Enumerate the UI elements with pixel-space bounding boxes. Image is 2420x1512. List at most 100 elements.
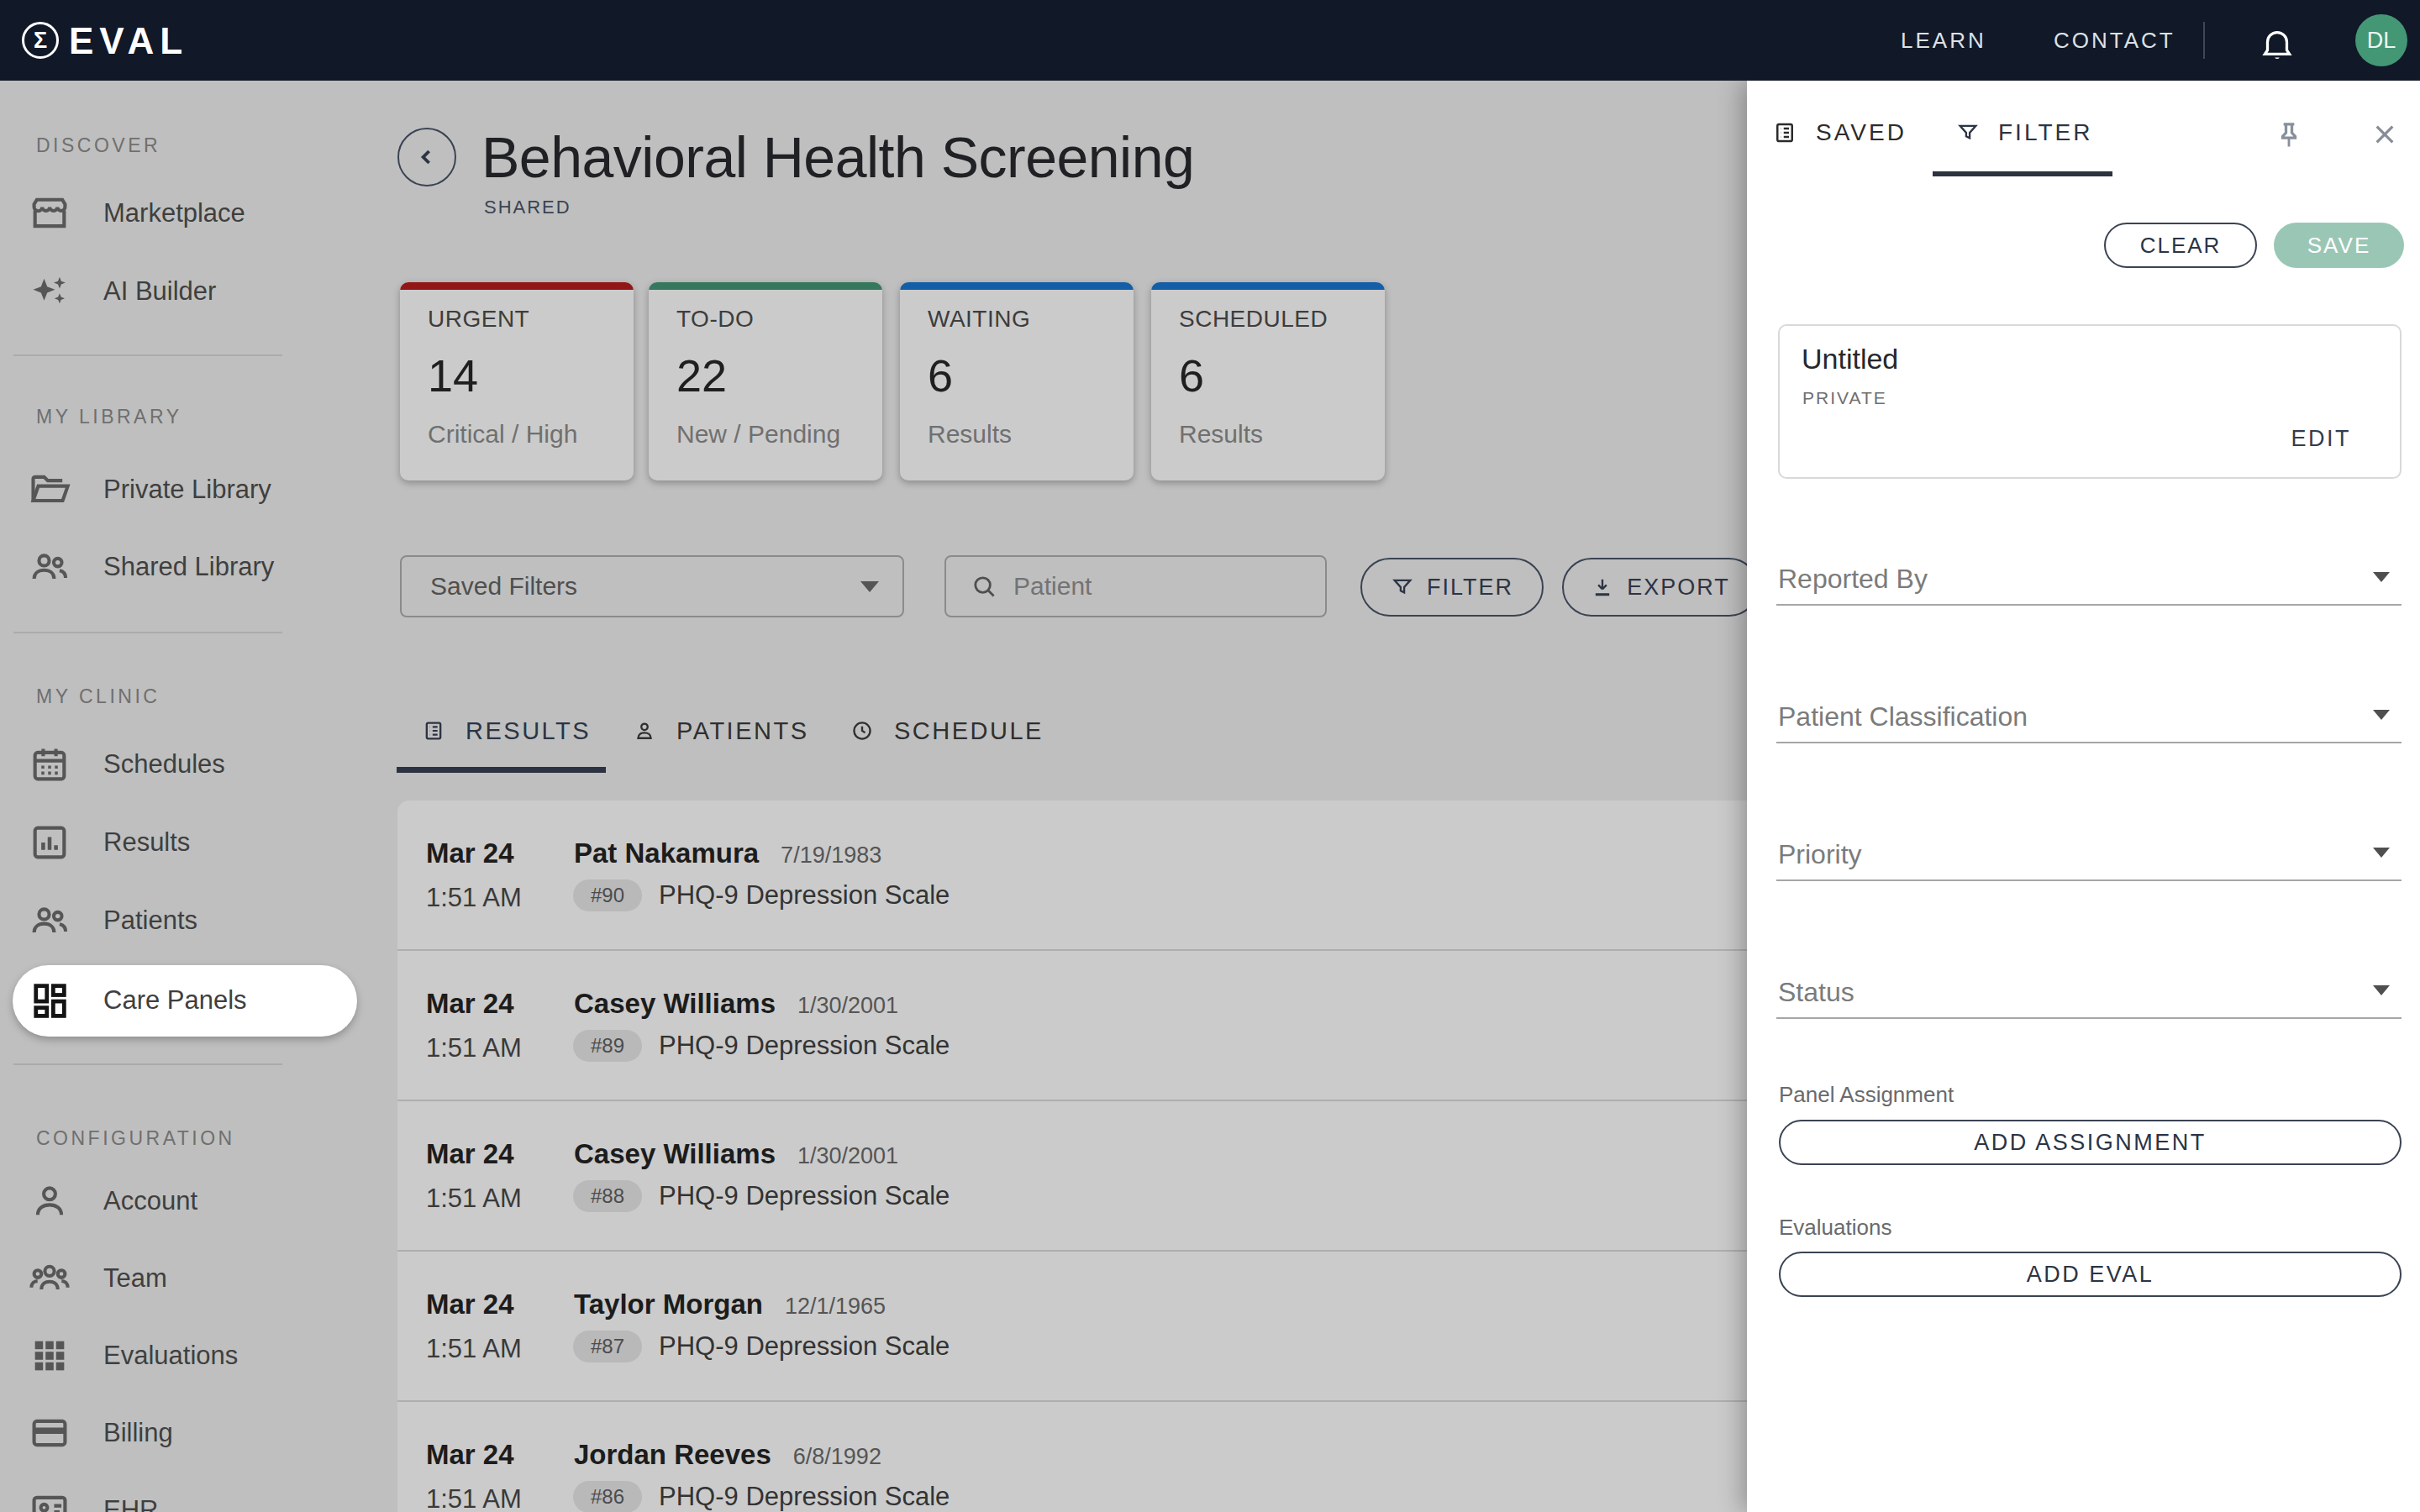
stat-band-scheduled xyxy=(1151,282,1385,290)
sidebar-item-results[interactable]: Results xyxy=(0,804,372,881)
patient-name: Casey Williams xyxy=(574,988,776,1020)
nav-learn-link[interactable]: LEARN xyxy=(1901,28,1986,54)
sidebar-item-schedules[interactable]: Schedules xyxy=(0,726,372,803)
select-label: Status xyxy=(1778,977,1854,1008)
saved-filters-value: Saved Filters xyxy=(430,572,577,601)
stat-card-waiting[interactable]: WAITING 6 Results xyxy=(900,282,1134,480)
sidebar-item-label: Evaluations xyxy=(103,1341,238,1371)
sidebar-item-label: Billing xyxy=(103,1418,173,1448)
logo-sigma: Σ xyxy=(34,28,47,54)
grid-icon xyxy=(28,1334,71,1378)
folder-open-icon xyxy=(28,468,71,512)
sidebar-item-team[interactable]: Team xyxy=(0,1240,372,1317)
result-number-badge: #90 xyxy=(573,879,642,911)
stat-band-waiting xyxy=(900,282,1134,290)
sidebar-item-shared-library[interactable]: Shared Library xyxy=(0,528,372,606)
section-label-configuration: CONFIGURATION xyxy=(36,1127,235,1150)
tab-label: PATIENTS xyxy=(676,717,809,745)
evaluation-name: PHQ-9 Depression Scale xyxy=(659,1331,950,1362)
patient-dob: 12/1/1965 xyxy=(785,1294,886,1320)
dashboard-icon xyxy=(28,979,71,1022)
stat-card-urgent[interactable]: URGENT 14 Critical / High xyxy=(400,282,634,480)
stat-sublabel: Critical / High xyxy=(428,420,577,449)
nav-contact-link[interactable]: CONTACT xyxy=(2054,28,2175,54)
stat-label: WAITING xyxy=(928,306,1030,333)
patient-classification-select[interactable]: Patient Classification xyxy=(1776,690,2402,743)
add-eval-button[interactable]: ADD EVAL xyxy=(1779,1252,2402,1297)
sidebar-item-label: AI Builder xyxy=(103,276,216,307)
person-icon xyxy=(28,1179,71,1223)
saved-filters-select[interactable]: Saved Filters xyxy=(400,555,904,617)
result-date: Mar 24 xyxy=(426,1289,514,1320)
stat-band-urgent xyxy=(400,282,634,290)
edit-button[interactable]: EDIT xyxy=(2291,426,2351,452)
saved-filter-card: Untitled PRIVATE EDIT xyxy=(1778,324,2402,479)
stat-value: 6 xyxy=(1179,349,1204,402)
result-number-badge: #87 xyxy=(573,1331,642,1362)
chevron-down-icon xyxy=(860,581,879,592)
caret-down-icon xyxy=(2373,848,2390,858)
clock-icon xyxy=(850,719,874,743)
result-time: 1:51 AM xyxy=(426,1484,522,1512)
sidebar-item-marketplace[interactable]: Marketplace xyxy=(0,175,372,252)
sidebar-item-billing[interactable]: Billing xyxy=(0,1394,372,1472)
patient-dob: 1/30/2001 xyxy=(797,1143,898,1169)
result-date: Mar 24 xyxy=(426,837,514,869)
export-button-label: EXPORT xyxy=(1627,575,1730,601)
patient-name: Taylor Morgan xyxy=(574,1289,763,1320)
sidebar-item-evaluations[interactable]: Evaluations xyxy=(0,1317,372,1394)
stat-label: SCHEDULED xyxy=(1179,306,1328,333)
priority-select[interactable]: Priority xyxy=(1776,827,2402,881)
sidebar-item-ehr[interactable]: EHR xyxy=(0,1472,372,1512)
close-icon[interactable] xyxy=(2371,121,2398,148)
sparkles-icon xyxy=(28,270,71,313)
eval-logo-icon[interactable]: Σ xyxy=(22,22,59,59)
sidebar-item-account[interactable]: Account xyxy=(0,1163,372,1240)
notifications-bell-icon[interactable] xyxy=(2258,24,2296,63)
clear-button[interactable]: CLEAR xyxy=(2104,223,2257,268)
sidebar-item-patients[interactable]: Patients xyxy=(0,882,372,959)
result-number-badge: #89 xyxy=(573,1030,642,1062)
tab-schedule[interactable]: SCHEDULE xyxy=(850,711,1044,751)
select-label: Priority xyxy=(1778,839,1862,870)
stat-card-scheduled[interactable]: SCHEDULED 6 Results xyxy=(1151,282,1385,480)
drawer-tab-saved[interactable]: SAVED xyxy=(1772,114,1907,151)
stat-sublabel: Results xyxy=(1179,420,1263,449)
tab-results[interactable]: RESULTS xyxy=(422,711,591,751)
filter-button[interactable]: FILTER xyxy=(1360,558,1544,617)
patient-dob: 7/19/1983 xyxy=(781,843,881,869)
drawer-tab-filter[interactable]: FILTER xyxy=(1956,114,2092,151)
brand-name[interactable]: EVAL xyxy=(69,20,188,62)
reported-by-select[interactable]: Reported By xyxy=(1776,552,2402,606)
result-date: Mar 24 xyxy=(426,1138,514,1170)
caret-down-icon xyxy=(2373,572,2390,582)
patient-dob: 1/30/2001 xyxy=(797,993,898,1019)
save-button[interactable]: SAVE xyxy=(2274,223,2404,268)
sidebar-item-care-panels[interactable]: Care Panels xyxy=(0,962,372,1039)
section-label-my-library: MY LIBRARY xyxy=(36,406,182,428)
panel-assignment-label: Panel Assignment xyxy=(1779,1082,1954,1108)
credit-card-icon xyxy=(28,1411,71,1455)
sidebar-item-private-library[interactable]: Private Library xyxy=(0,451,372,528)
evaluation-name: PHQ-9 Depression Scale xyxy=(659,880,950,911)
patient-name: Pat Nakamura xyxy=(574,837,759,869)
stat-value: 6 xyxy=(928,349,953,402)
tab-patients[interactable]: PATIENTS xyxy=(633,711,809,751)
sidebar-item-ai-builder[interactable]: AI Builder xyxy=(0,253,372,330)
result-date: Mar 24 xyxy=(426,1439,514,1471)
stat-band-todo xyxy=(649,282,882,290)
user-avatar[interactable]: DL xyxy=(2355,14,2407,66)
sidebar-item-label: Care Panels xyxy=(103,985,247,1016)
patient-name: Casey Williams xyxy=(574,1138,776,1170)
add-assignment-button[interactable]: ADD ASSIGNMENT xyxy=(1779,1120,2402,1165)
export-button[interactable]: EXPORT xyxy=(1562,558,1759,617)
sidebar-item-label: Shared Library xyxy=(103,552,274,582)
patient-search-input[interactable]: Patient xyxy=(944,555,1327,617)
active-tab-indicator xyxy=(397,767,606,773)
back-button[interactable] xyxy=(397,128,456,186)
list-icon xyxy=(422,719,445,743)
stat-card-todo[interactable]: TO-DO 22 New / Pending xyxy=(649,282,882,480)
pin-icon[interactable] xyxy=(2272,119,2306,153)
bar-chart-icon xyxy=(28,821,71,864)
status-select[interactable]: Status xyxy=(1776,965,2402,1019)
